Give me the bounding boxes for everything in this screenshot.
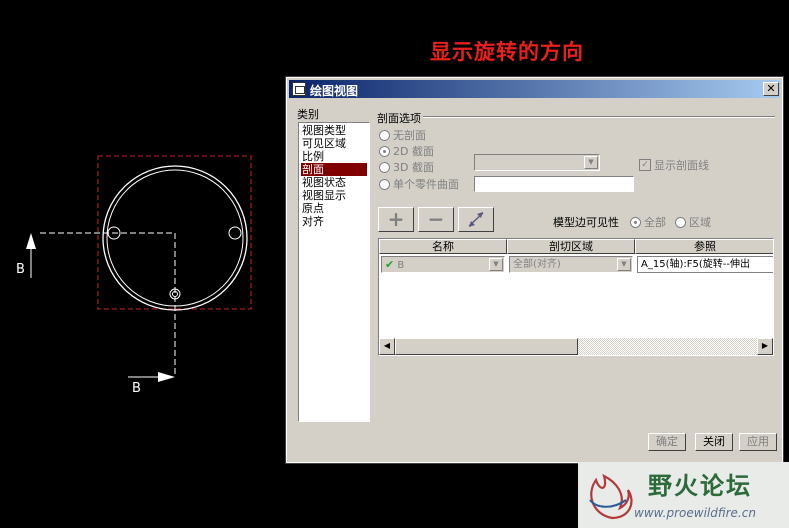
- window-icon: [292, 82, 306, 96]
- ok-button[interactable]: 确定: [648, 433, 686, 451]
- show-hatch-checkbox[interactable]: ✓ 显示剖面线: [639, 157, 709, 173]
- radio-visibility-all[interactable]: 全部: [630, 214, 666, 230]
- dialog-title: 绘图视图: [310, 84, 359, 98]
- arrow-left-head: [26, 233, 36, 249]
- remove-section-button[interactable]: −: [418, 207, 454, 232]
- surface-input[interactable]: [474, 176, 634, 192]
- forum-watermark: 野火论坛 www.proewildfire.cn: [578, 462, 789, 528]
- category-list: 视图类型 可见区域 比例 剖面 视图状态 视图显示 原点 对齐: [298, 122, 370, 422]
- category-item-sections[interactable]: 剖面: [301, 163, 367, 176]
- scroll-right-icon[interactable]: ▶: [757, 338, 773, 355]
- edge-visibility-label: 模型边可见性: [553, 216, 619, 229]
- category-item-visible-area[interactable]: 可见区域: [301, 137, 367, 150]
- section-table: 名称 剖切区域 参照 ✔ B ▼ 全部(对齐) ▼ A_15(轴):F5(旋转-…: [378, 238, 774, 356]
- column-header-reference[interactable]: 参照: [635, 239, 773, 254]
- close-icon[interactable]: ✕: [763, 82, 779, 96]
- arrow-bottom-head: [158, 372, 175, 382]
- hole-right: [228, 226, 242, 240]
- category-label: 类别: [297, 108, 319, 121]
- checkmark-icon: ✔: [385, 258, 395, 271]
- section-name-combo[interactable]: ▼: [474, 154, 600, 171]
- section-options-title: 剖面选项: [377, 112, 421, 125]
- drawing-view-dialog: 绘图视图 ✕ 类别 视图类型 可见区域 比例 剖面 视图状态 视图显示 原点 对…: [285, 76, 784, 464]
- flame-logo-icon: [589, 473, 633, 520]
- radio-icon: [379, 129, 390, 141]
- dialog-titlebar[interactable]: 绘图视图 ✕: [289, 80, 780, 98]
- scroll-left-icon[interactable]: ◀: [379, 338, 395, 355]
- watermark-url: www.proewildfire.cn: [634, 506, 756, 520]
- radio-icon: [379, 161, 390, 173]
- scroll-thumb[interactable]: [395, 338, 578, 355]
- radio-selected-icon: [379, 145, 390, 157]
- row-region-combo[interactable]: 全部(对齐) ▼: [509, 256, 633, 273]
- radio-selected-icon: [630, 216, 641, 228]
- radio-3d-section[interactable]: 3D 截面: [379, 160, 434, 174]
- radio-2d-section[interactable]: 2D 截面: [379, 144, 434, 158]
- group-divider: [423, 116, 775, 118]
- category-item-origin[interactable]: 原点: [301, 202, 367, 215]
- chevron-down-icon[interactable]: ▼: [489, 258, 503, 271]
- radio-visibility-area[interactable]: 区域: [675, 214, 711, 230]
- category-item-view-states[interactable]: 视图状态: [301, 176, 367, 189]
- watermark-name: 野火论坛: [648, 471, 752, 500]
- row-reference-cell[interactable]: A_15(轴):F5(旋转--伸出: [637, 256, 773, 273]
- close-button[interactable]: 关闭: [695, 433, 733, 451]
- flip-arrow-icon: [468, 212, 484, 227]
- flip-direction-button[interactable]: [458, 207, 494, 232]
- category-item-view-display[interactable]: 视图显示: [301, 189, 367, 202]
- radio-icon: [675, 216, 686, 228]
- cutting-plane-line: [40, 232, 176, 377]
- column-header-region[interactable]: 剖切区域: [507, 239, 635, 254]
- radio-icon: [379, 178, 390, 190]
- radio-single-surface[interactable]: 单个零件曲面: [379, 177, 459, 191]
- category-item-scale[interactable]: 比例: [301, 150, 367, 163]
- table-scrollbar[interactable]: ◀ ▶: [379, 338, 773, 355]
- add-section-button[interactable]: +: [378, 207, 414, 232]
- category-item-view-type[interactable]: 视图类型: [301, 124, 367, 137]
- row-name-combo[interactable]: ✔ B ▼: [381, 256, 505, 273]
- cad-canvas: [26, 155, 252, 382]
- radio-no-section[interactable]: 无剖面: [379, 128, 426, 142]
- chevron-down-icon[interactable]: ▼: [584, 156, 598, 169]
- chevron-down-icon[interactable]: ▼: [617, 258, 631, 271]
- annotation-title: 显示旋转的方向: [430, 39, 584, 64]
- apply-button[interactable]: 应用: [739, 433, 777, 451]
- section-label-left: B: [16, 262, 25, 277]
- category-item-alignment[interactable]: 对齐: [301, 215, 367, 228]
- section-label-bottom: B: [132, 381, 141, 396]
- checkmark-icon: ✓: [639, 159, 651, 171]
- column-header-name[interactable]: 名称: [379, 239, 507, 254]
